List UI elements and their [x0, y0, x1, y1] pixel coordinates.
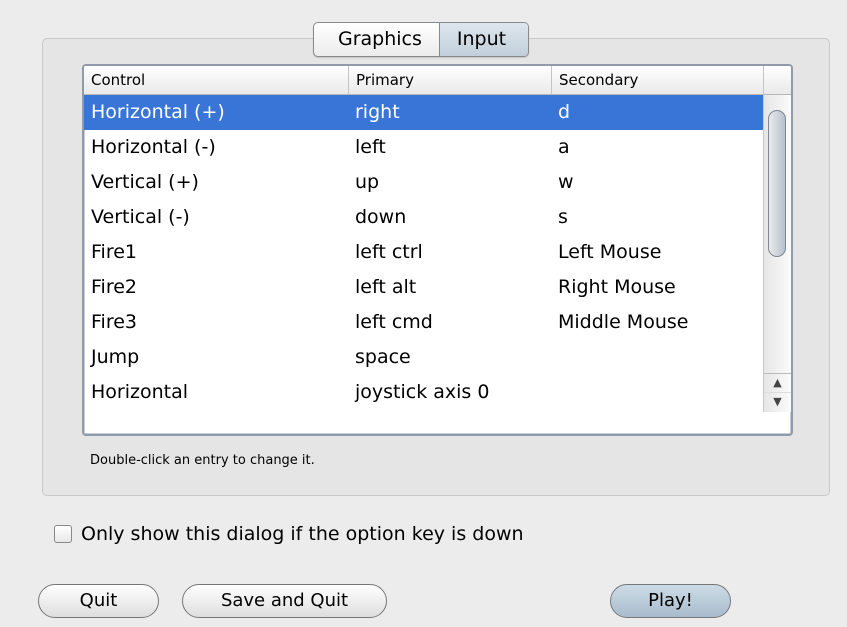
cell-secondary: w	[558, 171, 574, 193]
cell-secondary: a	[558, 136, 570, 158]
column-header-secondary[interactable]: Secondary	[552, 66, 764, 94]
table-row[interactable]: Fire3 left cmd Middle Mouse	[84, 305, 764, 340]
option-key-checkbox[interactable]	[54, 525, 72, 543]
cell-primary: joystick axis 0	[355, 381, 490, 403]
cell-primary: up	[355, 171, 380, 193]
table-row[interactable]: Fire1 left ctrl Left Mouse	[84, 235, 764, 270]
table-body: Horizontal (+) right d Horizontal (-) le…	[84, 95, 764, 410]
cell-control: Horizontal (-)	[91, 136, 216, 158]
column-header-control[interactable]: Control	[84, 66, 349, 94]
cell-primary: down	[355, 206, 407, 228]
tab-control: Graphics Input	[313, 22, 530, 57]
save-and-quit-button[interactable]: Save and Quit	[182, 584, 387, 618]
cell-secondary: Left Mouse	[558, 241, 662, 263]
cell-control: Jump	[91, 346, 140, 368]
table-row[interactable]: Jump space	[84, 340, 764, 375]
cell-control: Fire1	[91, 241, 137, 263]
cell-control: Vertical (-)	[91, 206, 190, 228]
cell-control: Horizontal	[91, 381, 189, 403]
table-row[interactable]: Vertical (-) down s	[84, 200, 764, 235]
cell-secondary: s	[558, 206, 568, 228]
quit-button[interactable]: Quit	[38, 584, 159, 618]
cell-primary: left ctrl	[355, 241, 423, 263]
input-settings-dialog: { "tabs": [ {"label": "Graphics", "selec…	[0, 0, 847, 627]
scroll-up-arrow-icon[interactable]: ▲	[764, 373, 791, 392]
play-button[interactable]: Play!	[610, 584, 731, 618]
cell-control: Horizontal (+)	[91, 101, 225, 123]
cell-control: Vertical (+)	[91, 171, 199, 193]
cell-primary: left	[355, 136, 386, 158]
column-header-primary[interactable]: Primary	[349, 66, 552, 94]
cell-primary: right	[355, 101, 400, 123]
scrollbar-thumb[interactable]	[768, 110, 786, 257]
table-row[interactable]: Horizontal (+) right d	[84, 95, 764, 130]
hint-text: Double-click an entry to change it.	[90, 453, 315, 468]
input-bindings-table: Control Primary Secondary Horizontal (+)…	[82, 64, 793, 436]
cell-secondary: Right Mouse	[558, 276, 676, 298]
option-key-checkbox-row[interactable]: Only show this dialog if the option key …	[54, 523, 524, 545]
tab-input[interactable]: Input	[439, 23, 529, 56]
cell-primary: left alt	[355, 276, 417, 298]
option-key-checkbox-label[interactable]: Only show this dialog if the option key …	[81, 523, 524, 545]
cell-control: Fire2	[91, 276, 137, 298]
table-row[interactable]: Horizontal joystick axis 0	[84, 375, 764, 410]
cell-control: Fire3	[91, 311, 137, 333]
cell-secondary: d	[558, 101, 571, 123]
scroll-down-arrow-icon[interactable]: ▼	[764, 392, 791, 411]
table-header: Control Primary Secondary	[84, 66, 791, 95]
tab-graphics[interactable]: Graphics	[314, 23, 440, 56]
table-row[interactable]: Horizontal (-) left a	[84, 130, 764, 165]
vertical-scrollbar[interactable]: ▲ ▼	[763, 95, 791, 412]
table-row[interactable]: Vertical (+) up w	[84, 165, 764, 200]
cell-primary: space	[355, 346, 411, 368]
cell-secondary: Middle Mouse	[558, 311, 689, 333]
table-row[interactable]: Fire2 left alt Right Mouse	[84, 270, 764, 305]
cell-primary: left cmd	[355, 311, 433, 333]
